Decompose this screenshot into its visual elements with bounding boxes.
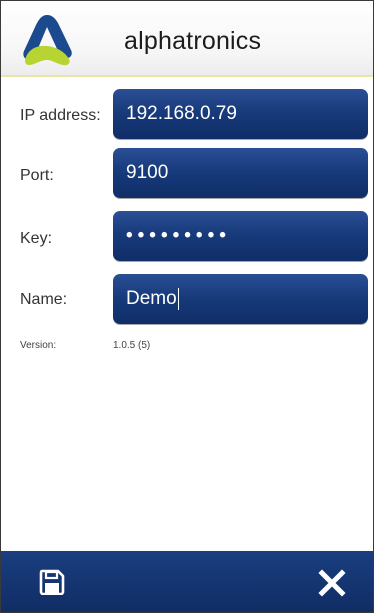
version-value: 1.0.5 (5) [113,340,151,351]
version-label: Version: [20,340,57,351]
name-field[interactable]: Demo [113,274,368,324]
app-window: alphatronics IP address: 192.168.0.79 Po… [0,0,374,613]
close-icon[interactable] [317,568,347,598]
alphatronics-logo-icon [23,15,72,66]
port-field[interactable]: 9100 [113,148,368,198]
key-label: Key: [20,230,53,247]
ip-address-field[interactable]: 192.168.0.79 [113,89,368,139]
name-label: Name: [20,291,68,308]
ip-address-label: IP address: [20,107,101,124]
bottom-action-bar [1,551,373,612]
port-value: 9100 [126,162,169,183]
key-field[interactable]: ••••••••• [113,211,368,261]
name-value: Demo [126,288,177,309]
ip-address-value: 192.168.0.79 [126,103,237,124]
key-masked-value: ••••••••• [126,225,231,246]
text-cursor [177,288,179,310]
save-icon[interactable] [39,569,65,595]
port-label: Port: [20,167,54,184]
app-title: alphatronics [124,27,262,55]
app-header: alphatronics [1,1,373,77]
